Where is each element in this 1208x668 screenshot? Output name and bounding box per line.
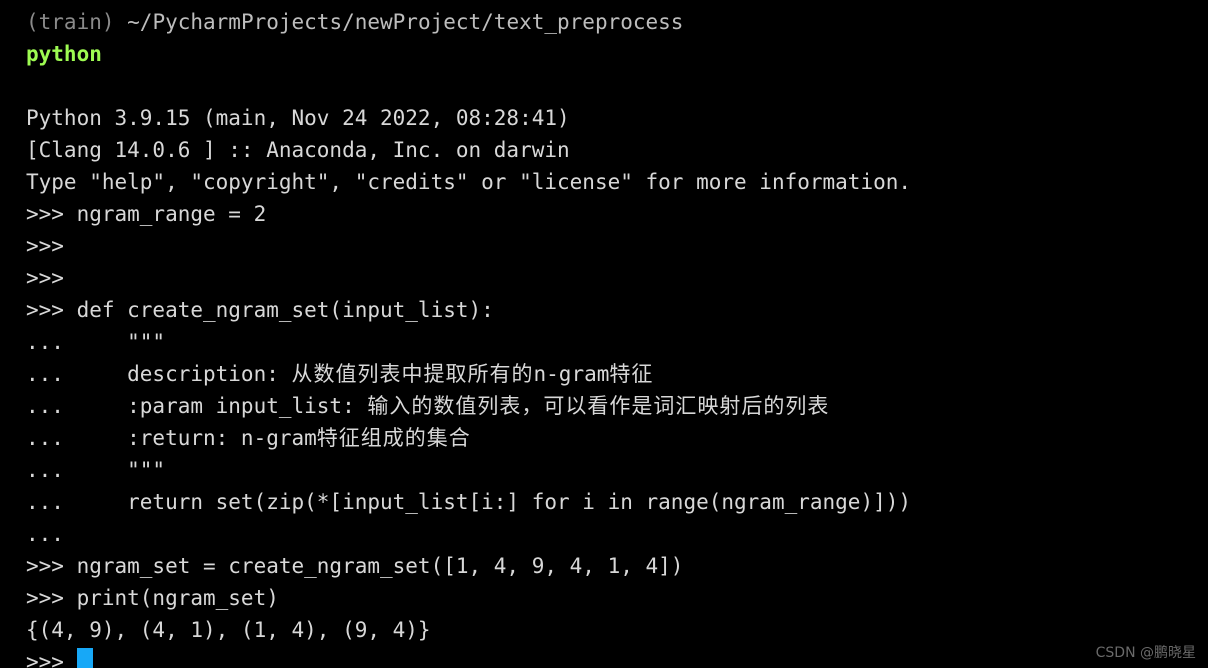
line-cont-6: ... return set(zip(*[input_list[i:] for … <box>26 486 1208 518</box>
line-in-2: >>> <box>26 230 1208 262</box>
line-in-4: >>> def create_ngram_set(input_list): <box>26 294 1208 326</box>
line-prompt: (train) ~/PycharmProjects/newProject/tex… <box>26 6 1208 38</box>
line-cont-7: ... <box>26 518 1208 550</box>
line-in-2-seg-0: >>> <box>26 234 64 258</box>
line-cont-4: ... :return: n-gram特征组成的集合 <box>26 422 1208 454</box>
line-banner-1-seg-0: Python 3.9.15 (main, Nov 24 2022, 08:28:… <box>26 106 570 130</box>
line-cont-2-seg-3: 特征 <box>609 362 654 386</box>
line-in-6: >>> print(ngram_set) <box>26 582 1208 614</box>
line-cont-6-seg-0: ... return set(zip(*[input_list[i:] for … <box>26 490 912 514</box>
line-in-7: >>> <box>26 646 1208 668</box>
line-command-seg-0: python <box>26 42 102 66</box>
line-cont-2: ... description: 从数值列表中提取所有的n-gram特征 <box>26 358 1208 390</box>
line-in-6-seg-0: >>> print(ngram_set) <box>26 586 279 610</box>
line-command: python <box>26 38 1208 70</box>
line-cont-3-seg-0: ... :param input_list: <box>26 394 368 418</box>
line-cont-5-seg-0: ... """ <box>26 458 166 482</box>
line-cont-1: ... """ <box>26 326 1208 358</box>
line-banner-3-seg-0: Type "help", "copyright", "credits" or "… <box>26 170 912 194</box>
line-cont-3-seg-1: 输入的数值列表，可以看作是词汇映射后的列表 <box>367 394 830 418</box>
line-cont-7-seg-0: ... <box>26 522 64 546</box>
line-in-5-seg-0: >>> ngram_set = create_ngram_set([1, 4, … <box>26 554 684 578</box>
line-in-5: >>> ngram_set = create_ngram_set([1, 4, … <box>26 550 1208 582</box>
line-in-1-seg-0: >>> ngram_range = 2 <box>26 202 267 226</box>
line-cont-2-seg-2: n-gram <box>533 362 610 386</box>
text-cursor <box>76 648 93 668</box>
line-banner-1: Python 3.9.15 (main, Nov 24 2022, 08:28:… <box>26 102 1208 134</box>
line-in-4-seg-0: >>> def create_ngram_set(input_list): <box>26 298 494 322</box>
line-blank-1 <box>26 70 1208 102</box>
line-cont-2-seg-1: 从数值列表中提取所有的 <box>291 362 534 386</box>
line-banner-3: Type "help", "copyright", "credits" or "… <box>26 166 1208 198</box>
line-cont-2-seg-0: ... description: <box>26 362 292 386</box>
line-cont-3: ... :param input_list: 输入的数值列表，可以看作是词汇映射… <box>26 390 1208 422</box>
line-cont-4-seg-0: ... :return: n-gram <box>26 426 317 450</box>
line-prompt-seg-1: ~/PycharmProjects/newProject/text_prepro… <box>127 10 684 34</box>
line-prompt-seg-0: (train) <box>26 10 128 34</box>
line-in-1: >>> ngram_range = 2 <box>26 198 1208 230</box>
line-in-3-seg-0: >>> <box>26 266 64 290</box>
terminal-window[interactable]: (train) ~/PycharmProjects/newProject/tex… <box>0 0 1208 668</box>
line-out-1-seg-0: {(4, 9), (4, 1), (1, 4), (9, 4)} <box>26 618 431 642</box>
line-cont-4-seg-1: 特征组成的集合 <box>316 426 471 450</box>
terminal-screen[interactable]: (train) ~/PycharmProjects/newProject/tex… <box>26 6 1208 668</box>
line-banner-2-seg-0: [Clang 14.0.6 ] :: Anaconda, Inc. on dar… <box>26 138 570 162</box>
line-cont-5: ... """ <box>26 454 1208 486</box>
line-banner-2: [Clang 14.0.6 ] :: Anaconda, Inc. on dar… <box>26 134 1208 166</box>
line-in-7-seg-0: >>> <box>26 650 77 668</box>
line-out-1: {(4, 9), (4, 1), (1, 4), (9, 4)} <box>26 614 1208 646</box>
watermark-label: CSDN @鹏晓星 <box>1095 645 1196 661</box>
line-in-3: >>> <box>26 262 1208 294</box>
line-cont-1-seg-0: ... """ <box>26 330 166 354</box>
